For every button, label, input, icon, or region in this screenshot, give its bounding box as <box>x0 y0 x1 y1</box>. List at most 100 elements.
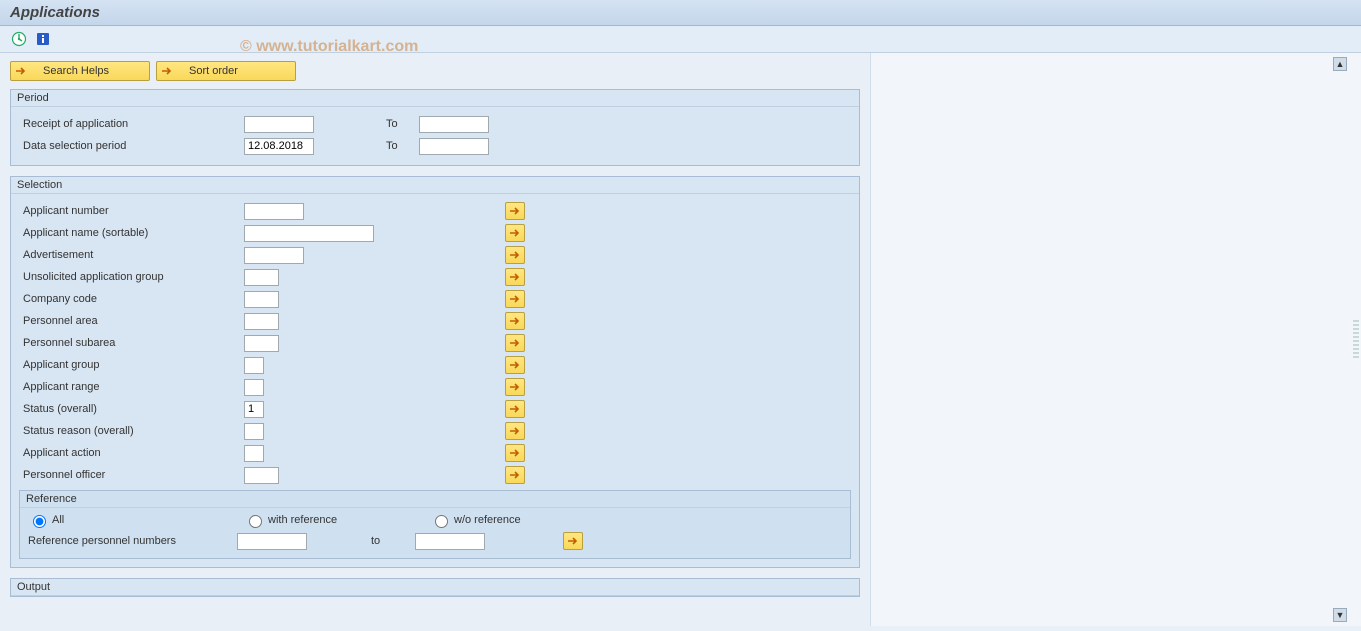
selection-multi-button[interactable] <box>505 268 525 286</box>
selection-field-label: Applicant name (sortable) <box>19 227 244 239</box>
selection-field-input[interactable] <box>244 269 279 286</box>
selection-row: Applicant group <box>19 354 851 376</box>
selection-field-label: Unsolicited application group <box>19 271 244 283</box>
reference-radio-without-input[interactable] <box>435 515 448 528</box>
selection-multi-button[interactable] <box>505 246 525 264</box>
selection-row: Personnel area <box>19 310 851 332</box>
selection-multi-button[interactable] <box>505 378 525 396</box>
reference-radio-all-label: All <box>52 514 64 526</box>
execute-icon[interactable] <box>10 30 28 48</box>
reference-radio-with-label: with reference <box>268 514 337 526</box>
main-area: Search Helps Sort order Period Receipt o… <box>0 53 870 626</box>
selection-field-input[interactable] <box>244 467 279 484</box>
reference-pernr-to-label: to <box>371 535 411 547</box>
scroll-grip-icon[interactable] <box>1353 320 1359 360</box>
reference-pernr-from[interactable] <box>237 533 307 550</box>
period-row-receipt: Receipt of application To <box>19 113 851 135</box>
sort-order-label: Sort order <box>189 65 238 77</box>
reference-radio-with-input[interactable] <box>249 515 262 528</box>
selection-field-label: Status (overall) <box>19 403 244 415</box>
selection-field-input[interactable] <box>244 291 279 308</box>
selection-field-input[interactable] <box>244 445 264 462</box>
reference-radio-without[interactable]: w/o reference <box>430 512 580 528</box>
selection-multi-button[interactable] <box>505 224 525 242</box>
arrow-right-icon <box>161 66 175 76</box>
selection-field-input[interactable] <box>244 357 264 374</box>
page-title: Applications <box>0 0 1361 26</box>
period-receipt-to[interactable] <box>419 116 489 133</box>
period-row-datasel: Data selection period To <box>19 135 851 157</box>
selection-field-input[interactable] <box>244 225 374 242</box>
selection-field-label: Advertisement <box>19 249 244 261</box>
period-receipt-to-label: To <box>374 118 419 130</box>
reference-panel-title: Reference <box>20 491 850 508</box>
scroll-up-icon[interactable]: ▲ <box>1333 57 1347 71</box>
selection-field-input[interactable] <box>244 401 264 418</box>
selection-field-label: Applicant range <box>19 381 244 393</box>
reference-radio-with[interactable]: with reference <box>244 512 424 528</box>
arrow-right-icon <box>15 66 29 76</box>
reference-radio-all-input[interactable] <box>33 515 46 528</box>
selection-multi-button[interactable] <box>505 312 525 330</box>
selection-field-label: Company code <box>19 293 244 305</box>
period-panel: Period Receipt of application To Data se… <box>10 89 860 166</box>
app-toolbar <box>0 26 1361 53</box>
reference-radio-all[interactable]: All <box>28 512 238 528</box>
period-panel-title: Period <box>11 90 859 107</box>
selection-multi-button[interactable] <box>505 400 525 418</box>
reference-radio-without-label: w/o reference <box>454 514 521 526</box>
selection-multi-button[interactable] <box>505 334 525 352</box>
period-datasel-label: Data selection period <box>19 140 244 152</box>
selection-field-input[interactable] <box>244 313 279 330</box>
selection-panel-title: Selection <box>11 177 859 194</box>
selection-row: Applicant name (sortable) <box>19 222 851 244</box>
selection-row: Company code <box>19 288 851 310</box>
period-receipt-label: Receipt of application <box>19 118 244 130</box>
selection-row: Personnel subarea <box>19 332 851 354</box>
selection-field-label: Personnel officer <box>19 469 244 481</box>
selection-multi-button[interactable] <box>505 466 525 484</box>
selection-row: Advertisement <box>19 244 851 266</box>
reference-pernr-label: Reference personnel numbers <box>28 535 233 547</box>
period-receipt-from[interactable] <box>244 116 314 133</box>
page-title-text: Applications <box>10 4 100 21</box>
selection-row: Status (overall) <box>19 398 851 420</box>
side-scroll-area: ▲ ▼ <box>870 53 1361 626</box>
selection-panel: Selection Applicant number Applicant name… <box>10 176 860 568</box>
selection-field-input[interactable] <box>244 423 264 440</box>
selection-row: Applicant action <box>19 442 851 464</box>
sort-order-button[interactable]: Sort order <box>156 61 296 81</box>
selection-multi-button[interactable] <box>505 202 525 220</box>
selection-field-label: Personnel area <box>19 315 244 327</box>
search-helps-button[interactable]: Search Helps <box>10 61 150 81</box>
selection-field-label: Applicant number <box>19 205 244 217</box>
info-icon[interactable] <box>34 30 52 48</box>
selection-multi-button[interactable] <box>505 444 525 462</box>
selection-row: Applicant number <box>19 200 851 222</box>
search-helps-label: Search Helps <box>43 65 109 77</box>
selection-multi-button[interactable] <box>505 356 525 374</box>
period-datasel-to[interactable] <box>419 138 489 155</box>
selection-field-label: Status reason (overall) <box>19 425 244 437</box>
reference-pernr-multi-button[interactable] <box>563 532 583 550</box>
selection-field-label: Applicant action <box>19 447 244 459</box>
reference-panel: Reference All with reference w/o refe <box>19 490 851 559</box>
reference-pernr-to[interactable] <box>415 533 485 550</box>
selection-field-label: Personnel subarea <box>19 337 244 349</box>
output-panel-title: Output <box>11 579 859 596</box>
selection-field-label: Applicant group <box>19 359 244 371</box>
output-panel: Output <box>10 578 860 597</box>
scroll-down-icon[interactable]: ▼ <box>1333 608 1347 622</box>
selection-field-input[interactable] <box>244 203 304 220</box>
period-datasel-from[interactable] <box>244 138 314 155</box>
selection-field-input[interactable] <box>244 379 264 396</box>
selection-row: Unsolicited application group <box>19 266 851 288</box>
selection-multi-button[interactable] <box>505 422 525 440</box>
selection-field-input[interactable] <box>244 335 279 352</box>
selection-multi-button[interactable] <box>505 290 525 308</box>
selection-row: Personnel officer <box>19 464 851 486</box>
selection-field-input[interactable] <box>244 247 304 264</box>
selection-row: Status reason (overall) <box>19 420 851 442</box>
selection-row: Applicant range <box>19 376 851 398</box>
period-datasel-to-label: To <box>374 140 419 152</box>
